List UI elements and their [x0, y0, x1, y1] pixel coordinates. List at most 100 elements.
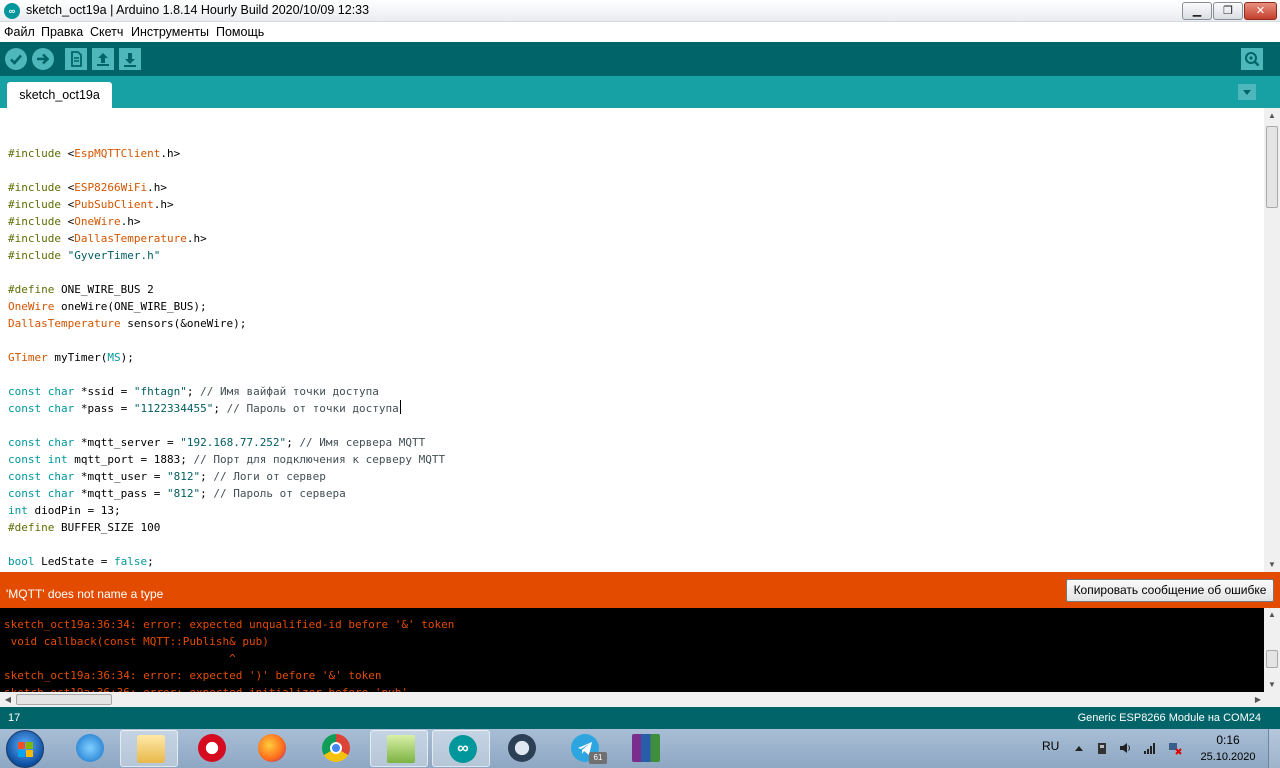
code-line[interactable]: #include <EspMQTTClient.h> — [8, 145, 445, 162]
keyboard-language[interactable]: RU — [1042, 739, 1059, 753]
menu-file[interactable]: Файл — [4, 25, 35, 39]
code-line[interactable] — [8, 162, 445, 179]
code-line[interactable]: const char *mqtt_server = "192.168.77.25… — [8, 434, 445, 451]
verify-button[interactable] — [5, 48, 27, 70]
board-port-info: Generic ESP8266 Module на COM24 — [1077, 712, 1261, 724]
menu-sketch[interactable]: Скетч — [90, 25, 123, 39]
console-line: void callback(const MQTT::Publish& pub) — [4, 635, 269, 648]
code-line[interactable]: #define ONE_WIRE_BUS 2 — [8, 281, 445, 298]
show-hidden-icons-icon[interactable] — [1072, 741, 1086, 755]
editor-scrollbar[interactable]: ▲ ▼ — [1264, 108, 1280, 572]
code-line[interactable]: DallasTemperature sensors(&oneWire); — [8, 315, 445, 332]
notepad-icon — [387, 735, 415, 763]
code-line[interactable]: const char *mqtt_user = "812"; // Логи о… — [8, 468, 445, 485]
telegram-unread-badge: 61 — [589, 752, 607, 764]
upload-button[interactable] — [32, 48, 54, 70]
error-bar: 'MQTT' does not name a type Копировать с… — [0, 572, 1280, 608]
code-line[interactable]: #define BUFFER_SIZE 100 — [8, 519, 445, 536]
scroll-down-icon[interactable]: ▼ — [1264, 557, 1280, 572]
network-app-icon — [508, 734, 536, 762]
taskbar-telegram[interactable]: 61 — [555, 730, 613, 767]
console-line: sketch_oct19a:36:34: error: expected unq… — [4, 618, 455, 631]
tab-sketch[interactable]: sketch_oct19a — [7, 82, 112, 108]
save-icon — [124, 53, 136, 67]
code-line[interactable] — [8, 128, 445, 145]
code-line[interactable] — [8, 417, 445, 434]
editor-scroll-thumb[interactable] — [1266, 126, 1278, 208]
taskbar-file-explorer[interactable] — [120, 730, 178, 767]
console-horizontal-scrollbar[interactable]: ◀ ▶ — [0, 692, 1280, 707]
console-scroll-thumb[interactable] — [1266, 650, 1278, 668]
upload-icon — [37, 53, 50, 65]
taskbar-notepad[interactable] — [370, 730, 428, 767]
status-bar: 17 Generic ESP8266 Module на COM24 — [0, 707, 1280, 729]
serial-monitor-icon — [1245, 52, 1260, 67]
scroll-up-icon[interactable]: ▲ — [1264, 108, 1280, 123]
arduino-icon: ∞ — [449, 735, 477, 763]
start-button[interactable] — [6, 730, 44, 768]
menu-edit[interactable]: Правка — [41, 25, 83, 39]
chrome-icon — [322, 734, 350, 762]
scroll-right-icon[interactable]: ▶ — [1250, 692, 1266, 707]
open-icon — [97, 53, 109, 66]
code-line[interactable]: OneWire oneWire(ONE_WIRE_BUS); — [8, 298, 445, 315]
code-line[interactable]: int diodPin = 13; — [8, 502, 445, 519]
code-text[interactable]: #include <EspMQTTClient.h> #include <ESP… — [8, 128, 445, 572]
opera-icon — [198, 734, 226, 762]
code-line[interactable]: const int mqtt_port = 1883; // Порт для … — [8, 451, 445, 468]
scroll-up-icon[interactable]: ▲ — [1264, 608, 1280, 622]
new-sketch-button[interactable] — [65, 48, 87, 70]
code-line[interactable]: #include <PubSubClient.h> — [8, 196, 445, 213]
scroll-left-icon[interactable]: ◀ — [0, 692, 16, 707]
signal-strength-icon[interactable] — [1143, 741, 1157, 755]
maximize-button[interactable]: ❐ — [1213, 2, 1243, 20]
console-output[interactable]: sketch_oct19a:36:34: error: expected unq… — [0, 608, 1280, 692]
code-line[interactable] — [8, 366, 445, 383]
toolbar — [0, 42, 1280, 76]
code-editor[interactable]: #include <EspMQTTClient.h> #include <ESP… — [0, 108, 1280, 572]
console-line: ^ — [4, 652, 236, 665]
usb-device-icon[interactable] — [1095, 741, 1109, 755]
menu-tools[interactable]: Инструменты — [131, 25, 209, 39]
code-line[interactable]: const char *ssid = "fhtagn"; // Имя вайф… — [8, 383, 445, 400]
menu-help[interactable]: Помощь — [216, 25, 264, 39]
taskbar-arduino[interactable]: ∞ — [432, 730, 490, 767]
taskbar-opera[interactable] — [182, 730, 240, 767]
code-line[interactable] — [8, 536, 445, 553]
close-button[interactable]: ✕ — [1244, 2, 1277, 20]
console-scrollbar[interactable]: ▲ ▼ — [1264, 608, 1280, 692]
taskbar-chrome[interactable] — [306, 730, 364, 767]
code-line[interactable]: #include <OneWire.h> — [8, 213, 445, 230]
taskbar-internet-explorer[interactable] — [60, 730, 118, 767]
code-line[interactable]: const char *mqtt_pass = "812"; // Пароль… — [8, 485, 445, 502]
code-line[interactable]: #include <ESP8266WiFi.h> — [8, 179, 445, 196]
taskbar-winrar[interactable] — [616, 730, 674, 767]
menu-bar: Файл Правка Скетч Инструменты Помощь — [0, 22, 1280, 42]
code-line[interactable]: #include "GyverTimer.h" — [8, 247, 445, 264]
code-line[interactable]: GTimer myTimer(MS); — [8, 349, 445, 366]
show-desktop-button[interactable] — [1268, 729, 1280, 768]
serial-monitor-button[interactable] — [1241, 48, 1263, 70]
clock-date[interactable]: 25.10.2020 — [1198, 751, 1258, 763]
verify-icon — [10, 54, 22, 65]
taskbar-firefox[interactable] — [242, 730, 300, 767]
code-line[interactable] — [8, 332, 445, 349]
code-line[interactable]: const char *pass = "1122334455"; // Паро… — [8, 400, 445, 417]
scroll-down-icon[interactable]: ▼ — [1264, 678, 1280, 692]
windows-logo-icon — [18, 742, 33, 757]
volume-icon[interactable] — [1118, 741, 1132, 755]
console-hscroll-thumb[interactable] — [16, 694, 112, 705]
code-line[interactable] — [8, 264, 445, 281]
minimize-button[interactable]: ▁ — [1182, 2, 1212, 20]
clock-time[interactable]: 0:16 — [1200, 733, 1256, 747]
network-status-icon[interactable] — [1168, 741, 1182, 755]
copy-error-button[interactable]: Копировать сообщение об ошибке — [1066, 579, 1274, 602]
code-line[interactable]: bool LedState = false; — [8, 553, 445, 570]
firefox-icon — [258, 734, 286, 762]
taskbar-network-app[interactable] — [492, 730, 550, 767]
code-line[interactable]: #include <DallasTemperature.h> — [8, 230, 445, 247]
tab-menu-button[interactable] — [1238, 84, 1256, 100]
chevron-down-icon — [1243, 90, 1251, 95]
save-button[interactable] — [119, 48, 141, 70]
open-button[interactable] — [92, 48, 114, 70]
